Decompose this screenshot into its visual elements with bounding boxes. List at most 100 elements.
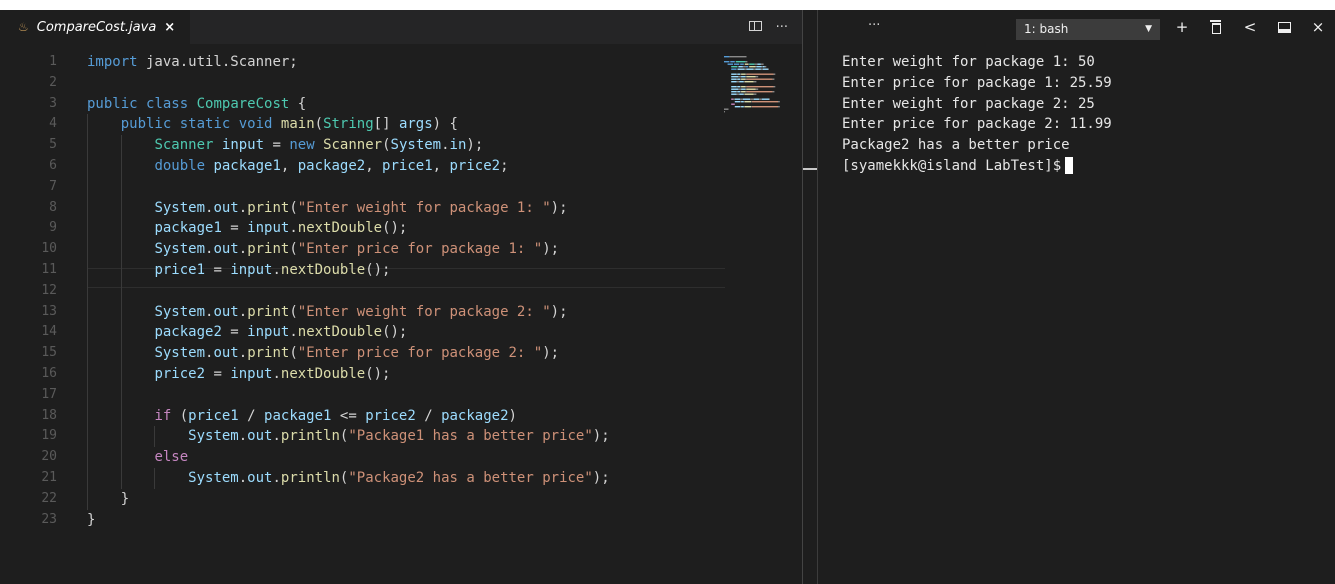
- code-token: .: [272, 428, 281, 445]
- minimap-token: [762, 66, 765, 68]
- line-number: 19: [41, 428, 57, 444]
- code-token: println: [280, 469, 340, 486]
- code-token: nextDouble: [280, 261, 366, 278]
- code-line[interactable]: 13 System.out.print("Enter weight for pa…: [0, 302, 785, 323]
- scrollbar-position-marker: [802, 168, 818, 170]
- minimap-token: [749, 66, 756, 68]
- minimap-token: [753, 81, 757, 83]
- code-line[interactable]: 17: [0, 385, 785, 406]
- split-editor-icon[interactable]: [748, 20, 762, 35]
- code-token: );: [592, 469, 610, 486]
- code-text: public static void main(String[] args) {: [87, 114, 458, 135]
- minimap-token: [724, 108, 729, 110]
- minimap-token: [731, 81, 737, 83]
- minimap-token: [753, 93, 757, 95]
- code-token: /: [415, 407, 442, 424]
- code-text: if (price1 / package1 <= price2 / packag…: [87, 406, 517, 427]
- minimap-token: [731, 68, 737, 70]
- code-text: package1 = input.nextDouble();: [87, 218, 407, 239]
- terminal-output[interactable]: Enter weight for package 1: 50 Enter pric…: [842, 52, 1332, 177]
- new-terminal-icon[interactable]: +: [1165, 18, 1199, 36]
- code-line[interactable]: 3 public class CompareCost {: [0, 94, 785, 115]
- minimap-token: [749, 63, 755, 65]
- code-line[interactable]: 20 else: [0, 447, 785, 468]
- terminal-line: Enter weight for package 2: 25: [842, 95, 1095, 112]
- code-token: (: [289, 241, 298, 258]
- minimap-token: [734, 98, 741, 100]
- minimap-token: [737, 78, 741, 80]
- code-line[interactable]: 1 import java.util.Scanner;: [0, 52, 785, 73]
- editor-panel-divider: [802, 10, 803, 584]
- chevron-left-icon[interactable]: <: [1233, 18, 1267, 36]
- close-tab-icon[interactable]: ×: [164, 20, 175, 35]
- close-panel-icon[interactable]: ×: [1301, 18, 1335, 36]
- code-line[interactable]: 16 price2 = input.nextDouble();: [0, 364, 785, 385]
- minimap-token: [761, 98, 769, 100]
- code-line[interactable]: 19 System.out.println("Package1 has a be…: [0, 426, 785, 447]
- code-text: import java.util.Scanner;: [87, 52, 298, 73]
- code-line[interactable]: 9 package1 = input.nextDouble();: [0, 218, 785, 239]
- tab-comparecost-java[interactable]: ♨ CompareCost.java ×: [0, 10, 190, 44]
- code-area[interactable]: 1 import java.util.Scanner; 2 3 public class…: [0, 52, 785, 530]
- code-line[interactable]: 5 Scanner input = new Scanner(System.in)…: [0, 135, 785, 156]
- toggle-panel-icon[interactable]: [1267, 18, 1301, 36]
- code-line[interactable]: 7: [0, 177, 785, 198]
- minimap-token: [745, 66, 749, 68]
- code-token: print: [247, 199, 290, 216]
- code-line[interactable]: 18 if (price1 / package1 <= price2 / pac…: [0, 406, 785, 427]
- code-token: input: [247, 324, 290, 341]
- code-token: price2: [449, 157, 501, 174]
- code-token: =: [205, 365, 231, 382]
- indent-guide: [120, 135, 122, 489]
- minimap-token: [740, 101, 742, 103]
- code-line[interactable]: 8 System.out.print("Enter weight for pac…: [0, 198, 785, 219]
- code-line[interactable]: 15 System.out.print("Enter price for pac…: [0, 343, 785, 364]
- minimap-token: [740, 86, 742, 88]
- minimap-token: [731, 66, 738, 68]
- terminal-selector[interactable]: 1: bash ▼: [1016, 19, 1160, 40]
- code-token: .: [289, 324, 298, 341]
- code-token: new: [289, 137, 315, 154]
- minimap-token: [748, 63, 750, 65]
- line-number: 18: [41, 407, 57, 423]
- terminal-line: Enter price for package 1: 25.59: [842, 74, 1112, 91]
- code-token: =: [221, 220, 248, 237]
- terminal-cursor: [1065, 157, 1074, 175]
- minimap-token: [755, 76, 759, 78]
- code-token: /: [238, 407, 265, 424]
- code-line[interactable]: 11 price1 = input.nextDouble();: [0, 260, 785, 281]
- code-token: System: [188, 469, 239, 486]
- minimap-token: [751, 101, 752, 103]
- code-line[interactable]: 2: [0, 73, 785, 94]
- minimap-token: [746, 73, 774, 75]
- minimap-token: [754, 63, 758, 65]
- indent-guide: [154, 426, 156, 448]
- minimap-token: [745, 61, 748, 63]
- minimap-token: [740, 73, 742, 75]
- line-number: 17: [41, 386, 57, 402]
- terminal-more-icon[interactable]: ···: [868, 18, 880, 33]
- kill-terminal-icon[interactable]: [1199, 18, 1233, 36]
- minimap-token: [737, 91, 741, 93]
- line-number: 12: [41, 282, 57, 298]
- code-line[interactable]: 4 public static void main(String[] args)…: [0, 114, 785, 135]
- code-token: );: [592, 428, 610, 445]
- code-token: .: [441, 137, 450, 154]
- code-token: double: [154, 157, 206, 174]
- code-text: price2 = input.nextDouble();: [87, 364, 390, 385]
- code-line[interactable]: 12: [0, 281, 785, 302]
- code-line[interactable]: 22 }: [0, 489, 785, 510]
- minimap-token: [736, 78, 738, 80]
- minimap-token: [731, 88, 739, 90]
- editor-more-actions-icon[interactable]: ···: [776, 20, 788, 35]
- minimap-token: [745, 86, 747, 88]
- code-line[interactable]: 21 System.out.println("Package2 has a be…: [0, 468, 785, 489]
- code-token: =: [264, 137, 290, 154]
- code-line[interactable]: 6 double package1, package2, price1, pri…: [0, 156, 785, 177]
- code-line[interactable]: 14 package2 = input.nextDouble();: [0, 322, 785, 343]
- minimap[interactable]: [722, 54, 794, 114]
- code-line[interactable]: 10 System.out.print("Enter price for pac…: [0, 239, 785, 260]
- code-line[interactable]: 23}: [0, 510, 785, 531]
